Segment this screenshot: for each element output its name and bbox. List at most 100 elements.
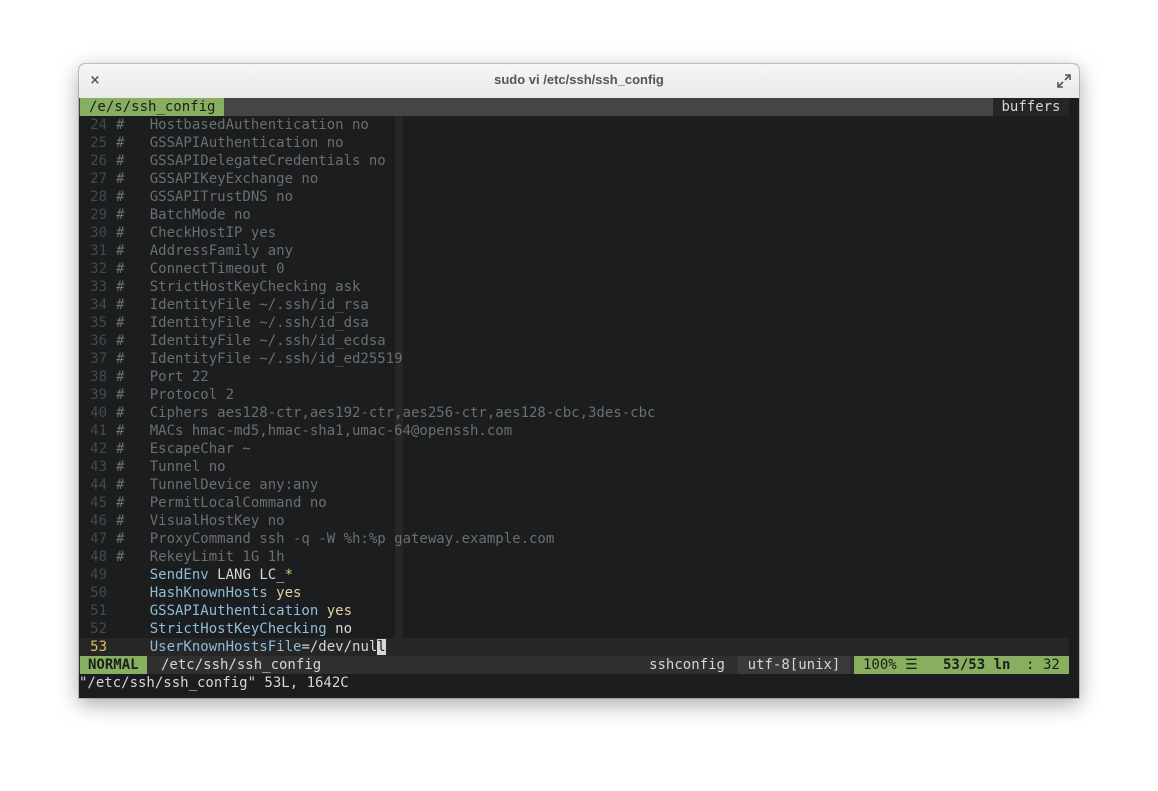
vim-editor[interactable]: 24 # HostbasedAuthentication no 25 # GSSAPI…: [79, 116, 1069, 656]
line-number: 30: [90, 225, 107, 241]
line-content: # Port 22: [116, 368, 209, 386]
line-content: # GSSAPIKeyExchange no: [116, 170, 318, 188]
line-content: # BatchMode no: [116, 206, 251, 224]
line-content: # Tunnel no: [116, 458, 226, 476]
editor-line[interactable]: 48 # RekeyLimit 1G 1h: [79, 548, 1069, 566]
editor-line[interactable]: 24 # HostbasedAuthentication no: [79, 116, 1069, 134]
line-content: # ConnectTimeout 0: [116, 260, 285, 278]
line-number: 26: [90, 153, 107, 169]
editor-line[interactable]: 41 # MACs hmac-md5,hmac-sha1,umac-64@open…: [79, 422, 1069, 440]
editor-line[interactable]: 31 # AddressFamily any: [79, 242, 1069, 260]
directive-keyword: SendEnv: [149, 567, 209, 583]
line-content: UserKnownHostsFile=/dev/null: [116, 638, 386, 656]
line-content: # IdentityFile ~/.ssh/id_ecdsa: [116, 332, 386, 350]
line-content: # StrictHostKeyChecking ask: [116, 278, 360, 296]
editor-line[interactable]: 34 # IdentityFile ~/.ssh/id_rsa: [79, 296, 1069, 314]
editor-line[interactable]: 52 StrictHostKeyChecking no: [79, 620, 1069, 638]
editor-line[interactable]: 44 # TunnelDevice any:any: [79, 476, 1069, 494]
directive-value: yes: [326, 603, 353, 619]
mode-indicator: NORMAL: [80, 656, 147, 674]
comment-text: # BatchMode no: [116, 207, 251, 223]
editor-line[interactable]: 39 # Protocol 2: [79, 386, 1069, 404]
editor-line[interactable]: 33 # StrictHostKeyChecking ask: [79, 278, 1069, 296]
editor-line[interactable]: 51 GSSAPIAuthentication yes: [79, 602, 1069, 620]
comment-text: # GSSAPITrustDNS no: [116, 189, 294, 205]
titlebar[interactable]: × sudo vi /etc/ssh/ssh_config: [79, 64, 1079, 99]
comment-text: # StrictHostKeyChecking ask: [116, 279, 361, 295]
line-content: # VisualHostKey no: [116, 512, 285, 530]
editor-line[interactable]: 53 UserKnownHostsFile=/dev/null: [79, 638, 1069, 656]
line-content: GSSAPIAuthentication yes: [116, 602, 352, 620]
editor-line[interactable]: 49 SendEnv LANG LC_*: [79, 566, 1069, 584]
comment-text: # HostbasedAuthentication no: [116, 117, 369, 133]
editor-line[interactable]: 32 # ConnectTimeout 0: [79, 260, 1069, 278]
editor-line[interactable]: 35 # IdentityFile ~/.ssh/id_dsa: [79, 314, 1069, 332]
editor-line[interactable]: 28 # GSSAPITrustDNS no: [79, 188, 1069, 206]
directive-value: LANG LC_: [217, 567, 285, 583]
editor-line[interactable]: 45 # PermitLocalCommand no: [79, 494, 1069, 512]
editor-line[interactable]: 30 # CheckHostIP yes: [79, 224, 1069, 242]
directive-value: yes: [276, 585, 302, 601]
line-content: # PermitLocalCommand no: [116, 494, 327, 512]
line-number: 37: [90, 351, 107, 367]
window-title: sudo vi /etc/ssh/ssh_config: [494, 72, 664, 87]
editor-line[interactable]: 27 # GSSAPIKeyExchange no: [79, 170, 1069, 188]
editor-line[interactable]: 40 # Ciphers aes128-ctr,aes192-ctr,aes256…: [79, 404, 1069, 422]
line-content: # GSSAPITrustDNS no: [116, 188, 293, 206]
comment-text: # AddressFamily any: [116, 243, 294, 259]
line-number: 46: [90, 513, 107, 529]
line-number: 53: [90, 639, 107, 655]
line-content: # IdentityFile ~/.ssh/id_rsa: [116, 296, 369, 314]
directive-keyword: HashKnownHosts: [149, 585, 268, 601]
editor-line[interactable]: 43 # Tunnel no: [79, 458, 1069, 476]
line-number: 42: [90, 441, 107, 457]
directive-value: no: [335, 621, 353, 637]
directive-keyword: GSSAPIAuthentication: [149, 603, 319, 619]
line-content: # AddressFamily any: [116, 242, 293, 260]
tab-buffers-label: buffers: [993, 98, 1069, 116]
maximize-icon[interactable]: [1055, 72, 1073, 90]
comment-text: # PermitLocalCommand no: [116, 495, 327, 511]
editor-line[interactable]: 26 # GSSAPIDelegateCredentials no: [79, 152, 1069, 170]
editor-line[interactable]: 37 # IdentityFile ~/.ssh/id_ed25519: [79, 350, 1069, 368]
vim-cmdline[interactable]: "/etc/ssh/ssh_config" 53L, 1642C: [79, 674, 1079, 692]
directive-keyword: StrictHostKeyChecking: [149, 621, 327, 637]
editor-line[interactable]: 50 HashKnownHosts yes: [79, 584, 1069, 602]
status-col-sep: :: [1026, 657, 1035, 673]
editor-line[interactable]: 36 # IdentityFile ~/.ssh/id_ecdsa: [79, 332, 1069, 350]
line-number: 27: [90, 171, 107, 187]
line-number: 29: [90, 207, 107, 223]
line-number: 40: [90, 405, 107, 421]
comment-text: # EscapeChar ~: [116, 441, 251, 457]
status-line-info: 53/53 ln: [943, 657, 1011, 673]
line-content: # Ciphers aes128-ctr,aes192-ctr,aes256-c…: [116, 404, 655, 422]
line-number: 35: [90, 315, 107, 331]
comment-text: # IdentityFile ~/.ssh/id_dsa: [116, 315, 369, 331]
line-number: 25: [90, 135, 107, 151]
line-number: 51: [90, 603, 107, 619]
editor-line[interactable]: 38 # Port 22: [79, 368, 1069, 386]
line-number: 44: [90, 477, 107, 493]
line-number: 45: [90, 495, 107, 511]
line-number: 41: [90, 423, 107, 439]
editor-line[interactable]: 47 # ProxyCommand ssh -q -W %h:%p gateway…: [79, 530, 1069, 548]
editor-line[interactable]: 29 # BatchMode no: [79, 206, 1069, 224]
line-content: # IdentityFile ~/.ssh/id_dsa: [116, 314, 369, 332]
line-content: SendEnv LANG LC_*: [116, 566, 293, 584]
line-content: # EscapeChar ~: [116, 440, 251, 458]
line-number: 52: [90, 621, 107, 637]
line-number: 24: [90, 117, 107, 133]
line-content: # MACs hmac-md5,hmac-sha1,umac-64@openss…: [116, 422, 512, 440]
editor-line[interactable]: 25 # GSSAPIAuthentication no: [79, 134, 1069, 152]
line-number: 34: [90, 297, 107, 313]
comment-text: # GSSAPIDelegateCredentials no: [116, 153, 386, 169]
editor-line[interactable]: 42 # EscapeChar ~: [79, 440, 1069, 458]
directive-value: =/dev/nul: [301, 639, 378, 655]
terminal-area[interactable]: /e/s/ssh_config buffers 24 # HostbasedAut…: [79, 98, 1079, 698]
comment-text: # Protocol 2: [116, 387, 235, 403]
editor-line[interactable]: 46 # VisualHostKey no: [79, 512, 1069, 530]
comment-text: # Ciphers aes128-ctr,aes192-ctr,aes256-c…: [116, 405, 656, 421]
line-number: 50: [90, 585, 107, 601]
tab-current-file[interactable]: /e/s/ssh_config: [80, 98, 225, 116]
comment-text: # MACs hmac-md5,hmac-sha1,umac-64@openss…: [116, 423, 513, 439]
